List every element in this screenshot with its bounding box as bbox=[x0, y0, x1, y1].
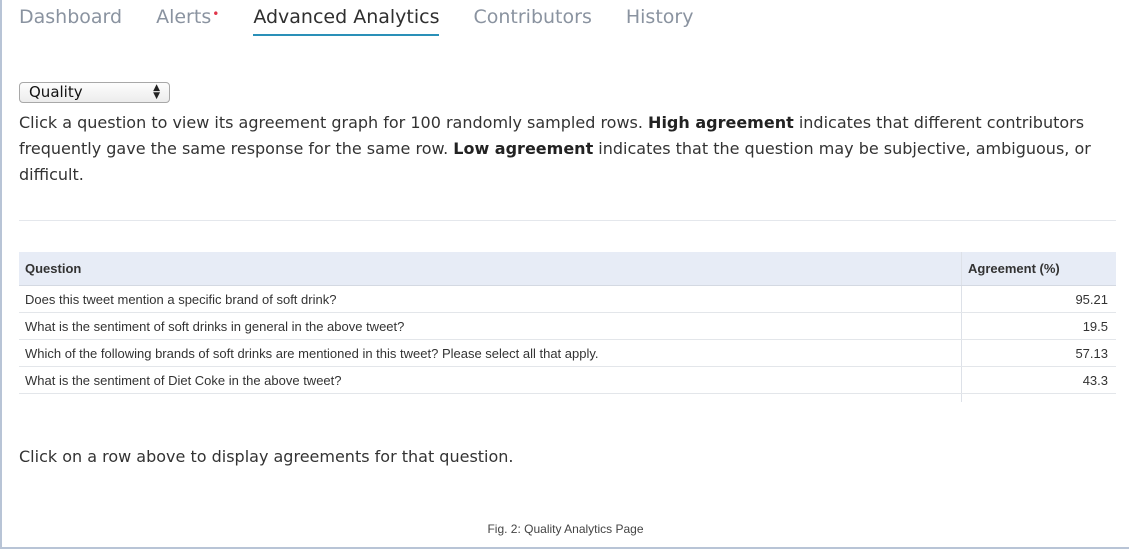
spacer-cell bbox=[19, 394, 962, 403]
tab-label: Dashboard bbox=[19, 6, 123, 28]
divider bbox=[19, 220, 1116, 221]
tab-bar: Dashboard Alerts• Advanced Analytics Con… bbox=[19, 6, 727, 40]
tab-contributors[interactable]: Contributors bbox=[473, 6, 591, 34]
figure-caption: Fig. 2: Quality Analytics Page bbox=[487, 522, 644, 536]
table-spacer-row bbox=[19, 393, 1116, 403]
question-cell: What is the sentiment of Diet Coke in th… bbox=[19, 366, 962, 394]
agreement-cell: 43.3 bbox=[961, 366, 1116, 394]
alert-badge-icon: • bbox=[212, 7, 220, 21]
agreement-cell: 57.13 bbox=[961, 339, 1116, 367]
table-row[interactable]: Which of the following brands of soft dr… bbox=[19, 339, 1116, 367]
agreement-table: Question Agreement (%) Does this tweet m… bbox=[19, 252, 1116, 402]
table-header-row: Question Agreement (%) bbox=[19, 252, 1116, 286]
table-row[interactable]: What is the sentiment of soft drinks in … bbox=[19, 312, 1116, 340]
spacer-cell bbox=[961, 393, 1116, 402]
tab-label: Advanced Analytics bbox=[253, 6, 440, 28]
description-bold: High agreement bbox=[648, 113, 794, 132]
tab-label: History bbox=[625, 6, 694, 28]
question-cell: What is the sentiment of soft drinks in … bbox=[19, 312, 962, 340]
tab-advanced-analytics[interactable]: Advanced Analytics bbox=[253, 6, 440, 36]
table-row[interactable]: Does this tweet mention a specific brand… bbox=[19, 285, 1116, 313]
metric-select[interactable]: Quality ▲ ▼ bbox=[19, 82, 170, 103]
tab-dashboard[interactable]: Dashboard bbox=[19, 6, 122, 34]
agreement-cell: 19.5 bbox=[961, 312, 1116, 340]
column-header-agreement[interactable]: Agreement (%) bbox=[961, 252, 1116, 286]
table-row[interactable]: What is the sentiment of Diet Coke in th… bbox=[19, 366, 1116, 394]
tab-label: Contributors bbox=[473, 6, 592, 28]
select-arrows-icon: ▲ ▼ bbox=[153, 83, 160, 101]
question-cell: Does this tweet mention a specific brand… bbox=[19, 285, 962, 313]
column-header-question[interactable]: Question bbox=[19, 252, 962, 286]
description-text: Click a question to view its agreement g… bbox=[19, 113, 649, 132]
agreement-cell: 95.21 bbox=[961, 285, 1116, 313]
tab-history[interactable]: History bbox=[626, 6, 694, 34]
description: Click a question to view its agreement g… bbox=[19, 110, 1109, 188]
tab-label: Alerts bbox=[156, 6, 212, 28]
metric-select-value: Quality bbox=[29, 83, 83, 101]
tab-alerts[interactable]: Alerts• bbox=[156, 6, 219, 34]
row-click-hint: Click on a row above to display agreemen… bbox=[19, 447, 514, 466]
question-cell: Which of the following brands of soft dr… bbox=[19, 339, 962, 367]
description-bold: Low agreement bbox=[453, 139, 594, 158]
